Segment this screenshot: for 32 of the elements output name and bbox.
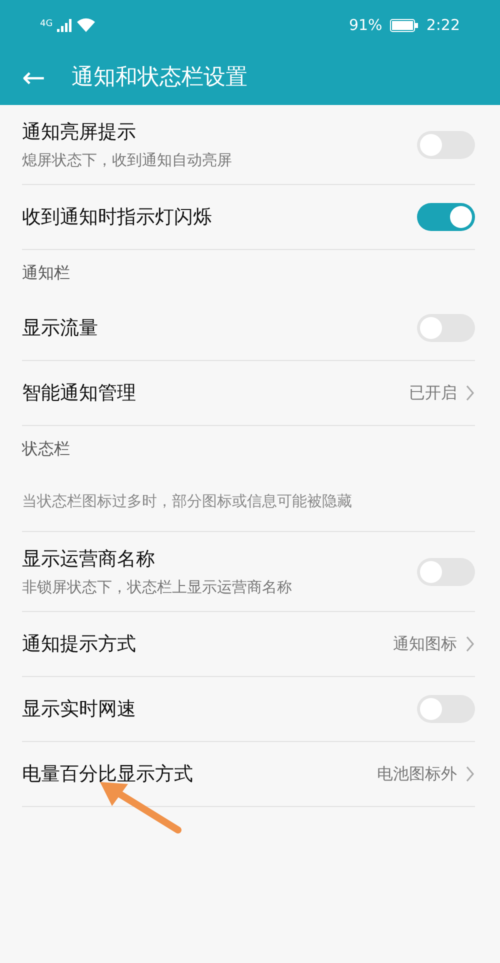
toggle-switch[interactable] bbox=[417, 558, 475, 586]
section-header: 通知栏 bbox=[22, 262, 70, 284]
toggle-switch[interactable] bbox=[417, 130, 475, 158]
setting-title: 通知亮屏提示 bbox=[22, 120, 137, 145]
clock: 2:22 bbox=[426, 14, 460, 36]
setting-title: 显示流量 bbox=[22, 316, 98, 341]
toggle-switch[interactable] bbox=[417, 695, 475, 723]
setting-title: 通知提示方式 bbox=[22, 632, 136, 657]
setting-description: 熄屏状态下，收到通知自动亮屏 bbox=[22, 150, 232, 170]
setting-value: 已开启 bbox=[409, 382, 457, 404]
signal-icon bbox=[56, 18, 73, 32]
screen-title: 通知和状态栏设置 bbox=[71, 64, 248, 92]
chevron-right-icon bbox=[465, 766, 475, 782]
section-header: 状态栏 bbox=[22, 438, 70, 460]
setting-value: 电池图标外 bbox=[377, 763, 457, 785]
chevron-right-icon bbox=[465, 636, 475, 652]
setting-title: 显示运营商名称 bbox=[22, 547, 156, 572]
toggle-switch[interactable] bbox=[417, 314, 475, 342]
setting-title: 智能通知管理 bbox=[22, 380, 136, 406]
setting-description: 非锁屏状态下，状态栏上显示运营商名称 bbox=[22, 576, 292, 598]
wifi-icon bbox=[76, 18, 95, 32]
setting-title: 显示实时网速 bbox=[22, 696, 136, 722]
setting-title: 电量百分比显示方式 bbox=[22, 762, 193, 787]
battery-icon bbox=[390, 18, 418, 32]
info-text: 当状态栏图标过多时，部分图标或信息可能被隐藏 bbox=[22, 491, 352, 512]
chevron-right-icon bbox=[465, 385, 475, 401]
toggle-switch[interactable] bbox=[417, 203, 475, 231]
back-button[interactable]: ← bbox=[22, 64, 46, 92]
battery-percent: 91% bbox=[348, 14, 382, 36]
setting-value: 通知图标 bbox=[393, 633, 457, 655]
setting-title: 收到通知时指示灯闪烁 bbox=[22, 204, 212, 230]
network-label: 4G bbox=[40, 18, 53, 32]
